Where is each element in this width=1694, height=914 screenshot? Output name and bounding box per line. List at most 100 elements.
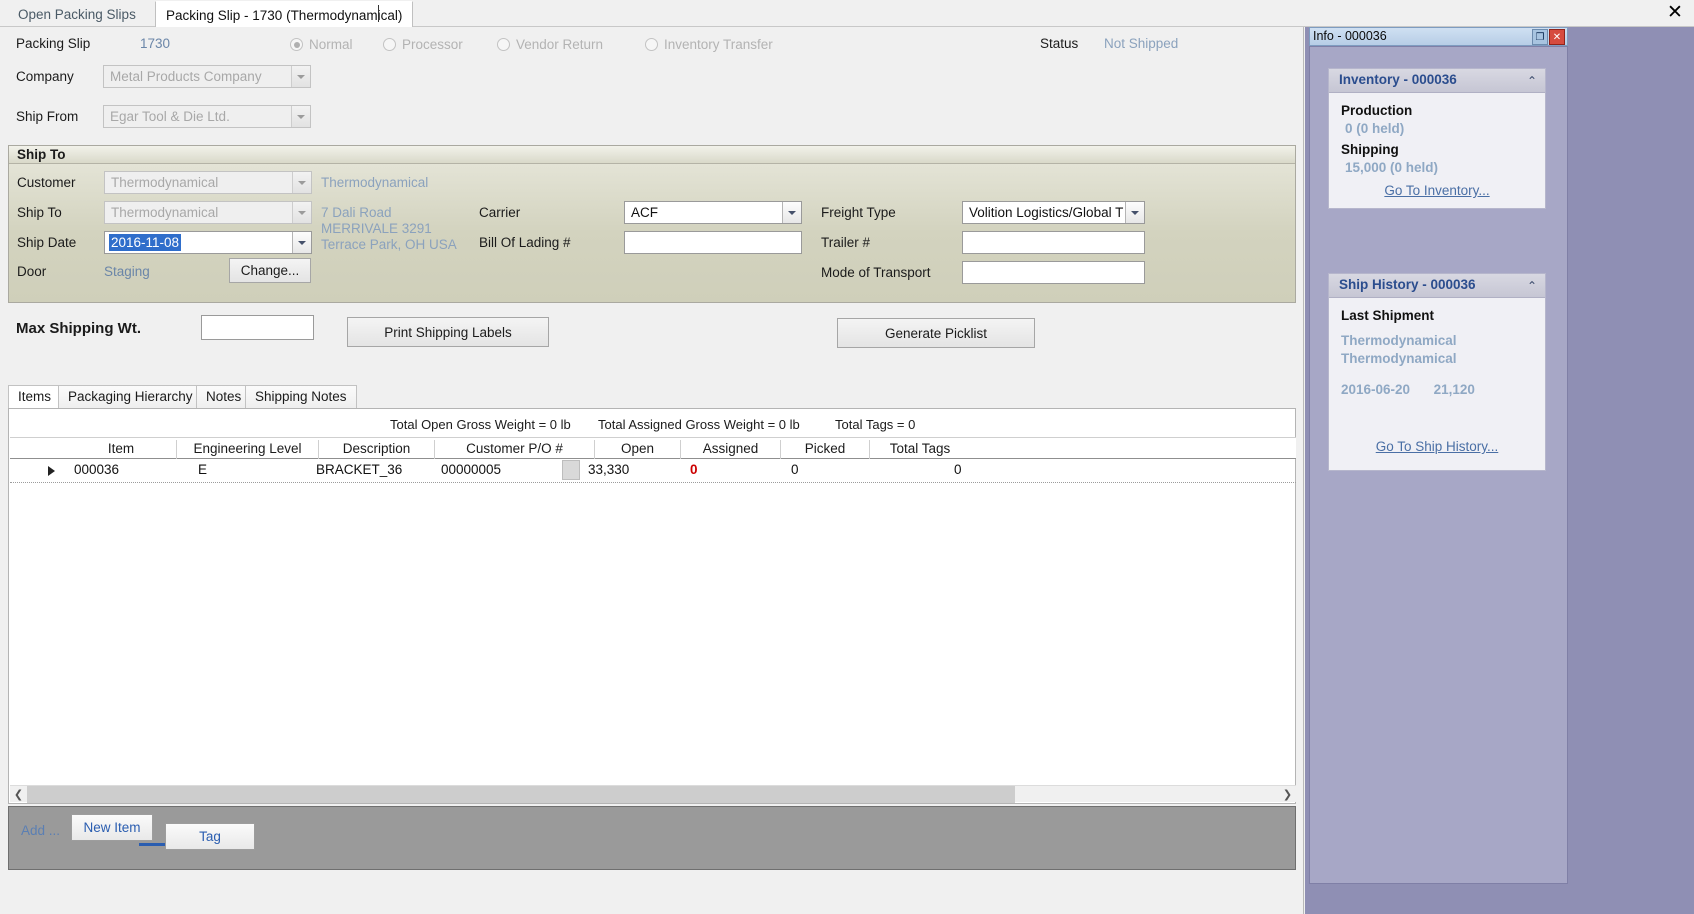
inventory-card-header[interactable]: Inventory - 000036 ⌃ — [1329, 69, 1545, 93]
tab-packaging-hierarchy[interactable]: Packaging Hierarchy — [58, 385, 203, 409]
generate-picklist-button[interactable]: Generate Picklist — [837, 318, 1035, 348]
close-icon[interactable]: ✕ — [1549, 29, 1565, 45]
company-select[interactable]: Metal Products Company — [103, 65, 311, 88]
customer-display-name: Thermodynamical — [321, 175, 429, 190]
go-to-inventory-link[interactable]: Go To Inventory... — [1329, 183, 1545, 198]
chevron-down-icon[interactable] — [782, 202, 801, 223]
cell-item: 000036 — [74, 462, 120, 477]
production-label: Production — [1341, 103, 1413, 118]
ship-history-customer-line-1: Thermodynamical — [1341, 333, 1457, 348]
address-line-2: MERRIVALE 3291 — [321, 221, 432, 236]
bill-of-lading-label: Bill Of Lading # — [479, 235, 571, 250]
column-header-item[interactable]: Item — [66, 440, 176, 459]
scroll-right-icon[interactable]: ❯ — [1279, 786, 1296, 803]
ship-to-select[interactable]: Thermodynamical — [104, 201, 312, 224]
freight-type-value: Volition Logistics/Global T — [969, 205, 1124, 220]
table-row[interactable]: 000036 E BRACKET_36 00000005 33,330 0 0 … — [10, 459, 1296, 483]
column-header-description[interactable]: Description — [318, 440, 434, 459]
dock-title-bar: Info - 000036 ❐ ✕ — [1309, 27, 1568, 46]
cell-picked: 0 — [791, 462, 799, 477]
radio-processor[interactable]: Processor — [383, 37, 463, 52]
customer-select[interactable]: Thermodynamical — [104, 171, 312, 194]
total-assigned-gross-weight: Total Assigned Gross Weight = 0 lb — [598, 417, 800, 432]
ship-history-card-header[interactable]: Ship History - 000036 ⌃ — [1329, 274, 1545, 298]
tab-open-packing-slips[interactable]: Open Packing Slips — [8, 1, 146, 27]
ship-history-date-quantity: 2016-06-20 21,120 — [1341, 382, 1545, 397]
dock-title-label: Info - 000036 — [1313, 29, 1387, 43]
new-item-label: New Item — [83, 820, 141, 835]
company-value: Metal Products Company — [110, 69, 262, 84]
shipping-label: Shipping — [1341, 142, 1399, 157]
radio-inventory-transfer[interactable]: Inventory Transfer — [645, 37, 773, 52]
scroll-left-icon[interactable]: ❮ — [10, 786, 27, 803]
chevron-down-icon[interactable] — [291, 66, 310, 87]
cell-customer-po: 00000005 — [441, 462, 502, 477]
cell-open: 33,330 — [588, 462, 630, 477]
status-label: Status — [1040, 36, 1079, 51]
column-header-assigned[interactable]: Assigned — [680, 440, 780, 459]
chevron-down-icon[interactable] — [292, 202, 311, 223]
close-icon[interactable]: ✕ — [1664, 2, 1686, 24]
radio-vendor-return[interactable]: Vendor Return — [497, 37, 603, 52]
customer-po-picker-button[interactable] — [562, 460, 580, 480]
address-line-3: Terrace Park, OH USA — [321, 237, 457, 252]
ship-to-group: Ship To Customer Thermodynamical Thermod… — [8, 145, 1296, 303]
tab-label: Items — [18, 389, 52, 404]
column-header-engineering-level[interactable]: Engineering Level — [176, 440, 318, 459]
change-door-button[interactable]: Change... — [229, 258, 311, 283]
tab-label: Open Packing Slips — [18, 7, 136, 22]
chevron-up-icon[interactable]: ⌃ — [1527, 74, 1537, 88]
column-header-total-tags[interactable]: Total Tags — [869, 440, 970, 459]
chevron-up-icon[interactable]: ⌃ — [1527, 279, 1537, 293]
chevron-down-icon[interactable] — [292, 172, 311, 193]
tab-notes[interactable]: Notes — [196, 385, 252, 409]
item-action-bar: Add ... New Item Tag — [8, 806, 1296, 870]
scrollbar-thumb[interactable] — [27, 786, 1015, 803]
ship-date-value: 2016-11-08 — [109, 234, 182, 251]
bill-of-lading-input[interactable] — [624, 231, 802, 254]
new-item-button[interactable]: New Item — [71, 814, 153, 841]
mode-of-transport-input[interactable] — [962, 261, 1145, 284]
carrier-label: Carrier — [479, 205, 521, 220]
go-to-ship-history-link[interactable]: Go To Ship History... — [1329, 439, 1545, 454]
total-open-gross-weight: Total Open Gross Weight = 0 lb — [390, 417, 571, 432]
change-door-label: Change... — [240, 263, 300, 278]
document-tab-strip: Open Packing Slips Packing Slip - 1730 (… — [0, 0, 1694, 27]
max-shipping-weight-label: Max Shipping Wt. — [16, 320, 141, 337]
last-shipment-label: Last Shipment — [1341, 308, 1435, 323]
ship-from-select[interactable]: Egar Tool & Die Ltd. — [103, 105, 311, 128]
tab-label: Packaging Hierarchy — [68, 389, 193, 404]
freight-type-select[interactable]: Volition Logistics/Global T — [962, 201, 1145, 224]
tab-items[interactable]: Items — [8, 385, 62, 409]
tab-packing-slip-1730[interactable]: Packing Slip - 1730 (Thermodynamical) — [155, 1, 414, 27]
column-header-customer-po[interactable]: Customer P/O # — [434, 440, 594, 459]
print-shipping-labels-button[interactable]: Print Shipping Labels — [347, 317, 549, 347]
tab-label: Packing Slip - 1730 (Thermodynamical) — [166, 8, 403, 23]
carrier-value: ACF — [631, 205, 658, 220]
restore-icon[interactable]: ❐ — [1532, 29, 1548, 45]
max-shipping-weight-input[interactable] — [201, 315, 314, 340]
ship-from-value: Egar Tool & Die Ltd. — [110, 109, 230, 124]
add-link[interactable]: Add ... — [21, 823, 60, 838]
column-header-open[interactable]: Open — [594, 440, 680, 459]
carrier-select[interactable]: ACF — [624, 201, 802, 224]
radio-normal[interactable]: Normal — [290, 37, 353, 52]
cell-assigned: 0 — [690, 462, 698, 477]
company-label: Company — [16, 69, 74, 84]
grid-horizontal-scrollbar[interactable]: ❮ ❯ — [10, 785, 1296, 803]
ship-date-picker[interactable]: 2016-11-08 — [104, 231, 312, 254]
packing-slip-value: 1730 — [140, 36, 171, 51]
grid-header-row: Item Engineering Level Description Custo… — [10, 437, 1296, 459]
customer-value: Thermodynamical — [111, 175, 219, 190]
application-window: Open Packing Slips Packing Slip - 1730 (… — [0, 0, 1694, 914]
trailer-input[interactable] — [962, 231, 1145, 254]
address-line-1: 7 Dali Road — [321, 205, 392, 220]
ship-from-label: Ship From — [16, 109, 79, 124]
tab-shipping-notes[interactable]: Shipping Notes — [245, 385, 357, 409]
tag-button[interactable]: Tag — [165, 823, 255, 850]
chevron-down-icon[interactable] — [292, 232, 311, 253]
cell-description: BRACKET_36 — [316, 462, 403, 477]
chevron-down-icon[interactable] — [1125, 202, 1144, 223]
column-header-picked[interactable]: Picked — [780, 440, 869, 459]
chevron-down-icon[interactable] — [291, 106, 310, 127]
